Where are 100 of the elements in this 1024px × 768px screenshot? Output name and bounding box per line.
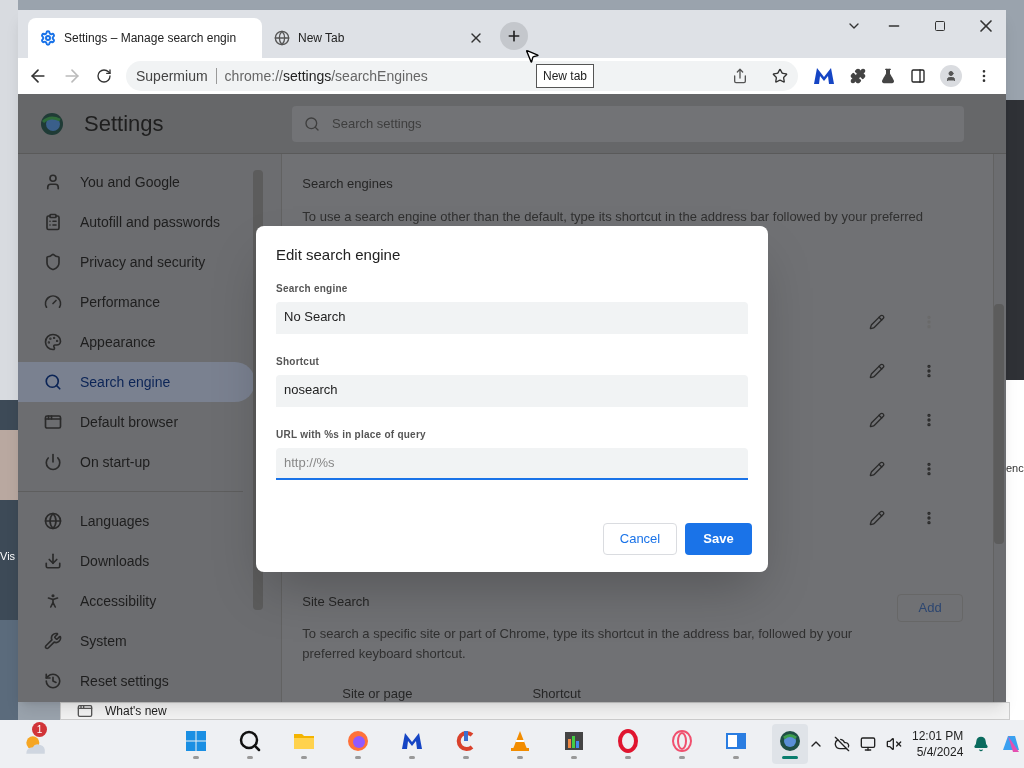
sidebar-label: System <box>80 631 127 651</box>
palette-icon <box>44 333 62 351</box>
dialog-title: Edit search engine <box>276 245 402 265</box>
notification-badge: 1 <box>32 722 47 737</box>
sidebar-item[interactable]: Appearance <box>18 322 256 362</box>
sidebar-item[interactable]: Downloads <box>18 541 244 581</box>
globe-icon <box>274 30 290 46</box>
history-icon <box>44 672 62 690</box>
gauge-icon <box>44 293 62 311</box>
section-description: To use a search engine other than the default, type its shortcut in the address bar followed by your preferred <box>302 207 925 226</box>
clock[interactable]: 12:01 PM 5/4/2024 <box>912 728 964 760</box>
column-header: Shortcut <box>532 684 581 703</box>
search-icon <box>304 115 320 132</box>
globe-logo-icon[interactable] <box>778 729 802 753</box>
fox-globe-icon[interactable] <box>346 729 370 753</box>
windows-logo-icon[interactable] <box>184 729 208 753</box>
new-tab-button[interactable] <box>500 22 528 50</box>
sidebar-item[interactable]: You and Google <box>18 162 256 202</box>
search-placeholder: Search settings <box>332 114 422 133</box>
clipboard-icon <box>44 213 62 231</box>
sidebar-label: Default browser <box>80 412 179 432</box>
input-field[interactable]: nosearch <box>276 374 748 407</box>
share-icon[interactable] <box>732 68 748 84</box>
field-label: Shortcut <box>276 354 321 369</box>
window-icon <box>77 703 93 719</box>
sidebar-item[interactable]: Reset settings <box>18 661 244 701</box>
add-button[interactable]: Add <box>897 594 964 622</box>
input-field[interactable]: No Search <box>276 301 748 334</box>
sidebar-label: Languages <box>80 511 150 531</box>
site-label: Supermium <box>136 66 208 86</box>
sidebar-label: You and Google <box>80 172 180 192</box>
plus-icon <box>506 28 522 44</box>
chart-window-icon[interactable] <box>562 729 586 753</box>
sidebar-item[interactable]: Accessibility <box>18 581 244 621</box>
cancel-button[interactable]: Cancel <box>603 523 677 555</box>
download-icon <box>44 552 62 570</box>
sidebar-item[interactable]: System <box>18 621 244 661</box>
sidebar-item[interactable]: Default browser <box>18 402 256 442</box>
column-header: Site or page <box>342 684 413 703</box>
sidebar-item[interactable]: Autofill and passwords <box>18 202 256 242</box>
sidebar-item[interactable]: Performance <box>18 282 256 322</box>
sidebar-label: Autofill and passwords <box>80 212 221 232</box>
sidebar-label: Accessibility <box>80 591 157 611</box>
search-field[interactable]: Search settings <box>292 105 964 142</box>
flask-icon[interactable] <box>880 68 896 84</box>
tooltip: New tab <box>536 64 595 88</box>
edit-icon[interactable] <box>869 510 886 526</box>
cloud-off-icon[interactable] <box>834 736 850 752</box>
section-heading: Site Search <box>302 593 371 611</box>
reload-icon[interactable] <box>96 68 112 84</box>
star-icon[interactable] <box>772 68 788 84</box>
window-title: What's new <box>105 705 167 717</box>
sidebar-label: Reset settings <box>80 671 169 691</box>
browser-window-icon <box>44 413 62 431</box>
edit-icon[interactable] <box>869 314 886 330</box>
mute-icon[interactable] <box>886 736 902 752</box>
globe-icon <box>44 512 62 530</box>
edit-icon[interactable] <box>869 461 886 477</box>
edit-icon[interactable] <box>869 363 886 379</box>
gear-icon <box>40 30 56 46</box>
sidebar-label: On start-up <box>80 452 151 472</box>
bell-icon[interactable] <box>973 736 990 752</box>
profile-avatar[interactable] <box>940 65 962 87</box>
person-icon <box>44 173 62 191</box>
sidebar-item[interactable]: Search engine <box>18 362 256 402</box>
taskbar-app[interactable] <box>772 724 808 764</box>
side-panel-icon[interactable] <box>910 68 926 84</box>
traffic-cone-icon[interactable] <box>508 729 532 753</box>
save-button[interactable]: Save <box>685 523 752 555</box>
o-ring-icon[interactable] <box>616 729 640 753</box>
browser-tab[interactable]: Settings – Manage search engin <box>28 18 262 58</box>
section-heading: Search engines <box>302 175 394 193</box>
search-icon[interactable] <box>238 729 262 753</box>
field-label: Search engine <box>276 281 349 296</box>
section-description: To search a specific site or part of Chrome, type its shortcut in the address bar, followed by your preferred keyboard shortcut. <box>302 624 854 663</box>
page-title: Settings <box>84 110 165 138</box>
tab-title: New Tab <box>298 30 345 47</box>
browser-tab[interactable]: New Tab <box>262 18 496 58</box>
desktop-icon-label: enc <box>1006 461 1024 476</box>
monitor-icon[interactable] <box>860 736 876 752</box>
puzzle-icon[interactable] <box>850 68 866 84</box>
power-icon <box>44 453 62 471</box>
tab-title: Settings – Manage search engin <box>64 30 237 47</box>
sidebar-label: Privacy and security <box>80 252 206 272</box>
desktop-icon-label: Vis <box>0 549 16 564</box>
sidebar-item[interactable]: Privacy and security <box>18 242 256 282</box>
sidebar-item[interactable]: On start-up <box>18 442 256 482</box>
search-icon <box>44 373 62 391</box>
sidebar-label: Appearance <box>80 332 156 352</box>
o-ring-icon[interactable] <box>670 729 694 753</box>
shield-icon <box>44 253 62 271</box>
sidebar-item[interactable]: Languages <box>18 501 244 541</box>
url-text: chrome://settings/searchEngines <box>224 66 428 86</box>
sidebar-label: Search engine <box>80 372 171 392</box>
wrench-icon <box>44 632 62 650</box>
field-label: URL with %s in place of query <box>276 427 427 442</box>
edit-icon[interactable] <box>869 412 886 428</box>
sidebar-label: Performance <box>80 292 161 312</box>
input-field[interactable]: http://%s <box>276 447 748 480</box>
scrollbar[interactable] <box>994 304 1004 544</box>
